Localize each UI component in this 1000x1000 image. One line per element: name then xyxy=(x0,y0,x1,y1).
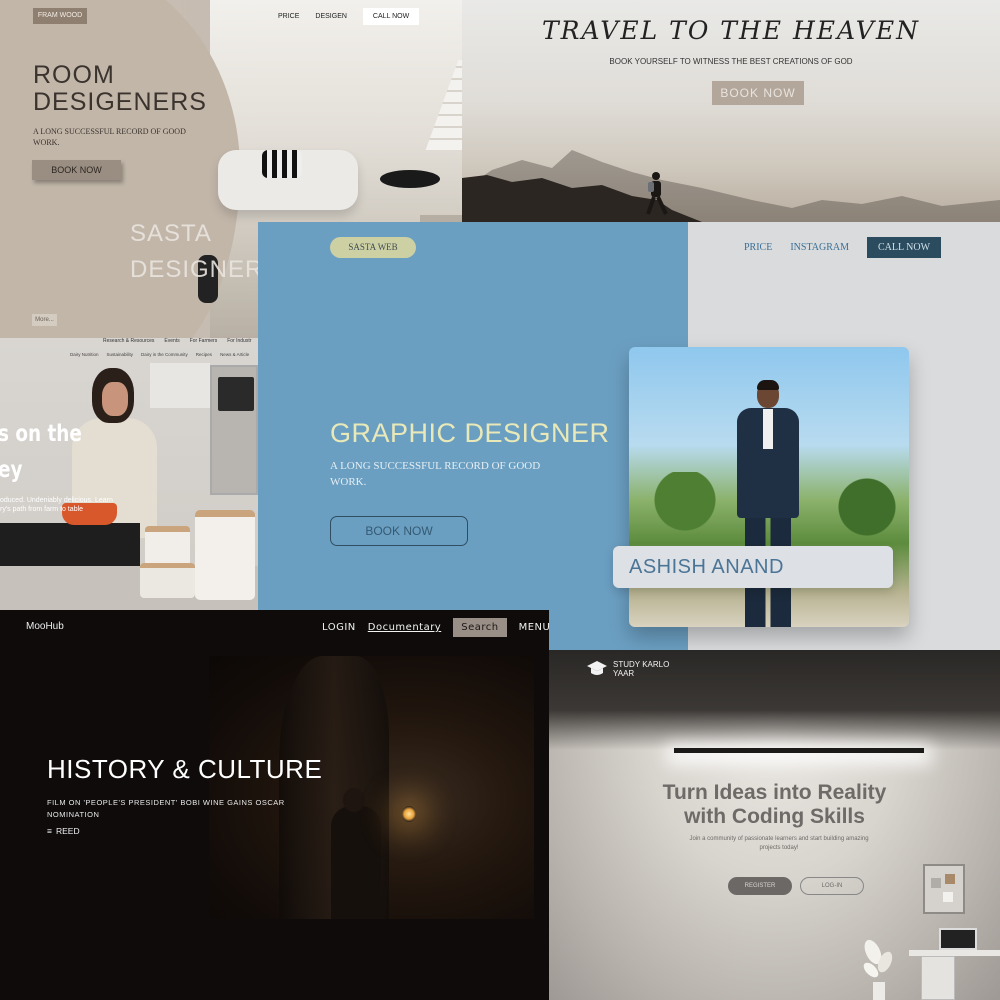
subnav-news[interactable]: News & Article xyxy=(220,352,249,357)
page-title: HISTORY & CULTURE xyxy=(47,754,323,784)
nav-design[interactable]: DESIGEN xyxy=(315,13,347,20)
stove xyxy=(0,523,140,568)
coding-panel: STUDY KARLO YAAR Turn Ideas into Reality… xyxy=(549,650,1000,1000)
subnav-sustainability[interactable]: Sustainability xyxy=(107,352,134,357)
brand-logo[interactable]: SASTA WEB xyxy=(330,237,416,258)
subnav-recipes[interactable]: Recipes xyxy=(196,352,212,357)
subtitle: A LONG SUCCESSFUL RECORD OF GOOD WORK. xyxy=(330,460,541,488)
call-now-button[interactable]: CALL NOW xyxy=(867,237,941,258)
read-link[interactable]: ≡ REED xyxy=(47,826,80,836)
page-title: TRAVEL TO THE HEAVEN xyxy=(542,16,920,45)
page-title: Turn Ideas into Reality with Coding Skil… xyxy=(662,781,887,828)
monitor xyxy=(939,928,977,950)
drawer-unit xyxy=(921,956,955,1000)
subtitle: Join a community of passionate learners … xyxy=(689,836,869,851)
page-title: s on the ey xyxy=(0,421,82,483)
subnav-community[interactable]: Dairy in the Community xyxy=(141,352,188,357)
search-button[interactable]: Search xyxy=(453,618,507,637)
subtitle: Film on 'People's President' Bobi Wine g… xyxy=(47,798,285,819)
nav-industry[interactable]: For Industr xyxy=(227,338,251,344)
nav-price[interactable]: PRICE xyxy=(744,242,772,253)
login-button[interactable]: LOG-IN xyxy=(800,877,864,895)
moohub-panel: MooHub LOGIN Documentary Search MENU HIS… xyxy=(0,610,549,1000)
wall-light xyxy=(674,748,924,753)
description: oduced. Undeniably delicious. Learn ry's… xyxy=(0,497,113,513)
book-now-button[interactable]: BOOK NOW xyxy=(330,516,468,546)
menu-button[interactable]: MENU xyxy=(519,622,549,633)
lantern-glow xyxy=(402,806,416,822)
name-card: ASHISH ANAND xyxy=(613,546,893,588)
subtitle: BOOK YOURSELF TO WITNESS THE BEST CREATI… xyxy=(609,57,853,66)
register-button[interactable]: REGISTER xyxy=(728,877,792,895)
book-now-button[interactable]: BOOK NOW xyxy=(712,81,804,105)
more-button[interactable]: More... xyxy=(32,314,57,326)
plant-icon xyxy=(863,939,893,1000)
moohub-nav: LOGIN Documentary Search MENU xyxy=(322,618,549,637)
call-now-button[interactable]: CALL NOW xyxy=(362,8,420,25)
cave-photo xyxy=(209,656,534,919)
login-link[interactable]: LOGIN xyxy=(322,622,356,633)
nav-instagram[interactable]: INSTAGRAM xyxy=(790,242,849,253)
menu-lines-icon: ≡ xyxy=(47,826,52,836)
person-with-lantern xyxy=(331,788,381,919)
travel-panel: TRAVEL TO THE HEAVEN BOOK YOURSELF TO WI… xyxy=(462,0,1000,222)
page-title: ROOM DESIGENERS xyxy=(33,61,207,116)
person xyxy=(733,380,803,627)
book-now-button[interactable]: BOOK NOW xyxy=(32,160,121,180)
nav-farmers[interactable]: For Farmers xyxy=(190,338,218,344)
room-nav: PRICE DESIGEN CALL NOW xyxy=(278,8,420,25)
nav-research[interactable]: Research & Resources xyxy=(103,338,154,344)
subtitle: A LONG SUCCESSFUL RECORD OF GOOD WORK. xyxy=(33,127,186,147)
documentary-link[interactable]: Documentary xyxy=(368,622,441,633)
graphic-designer-panel: SASTA WEB PRICE INSTAGRAM CALL NOW GRAPH… xyxy=(258,222,1000,650)
kitchen-top-nav: Research & Resources Events For Farmers … xyxy=(103,338,251,344)
brand-badge[interactable]: FRAM WOOD xyxy=(33,8,87,24)
nav-events[interactable]: Events xyxy=(164,338,179,344)
graduation-cap-icon xyxy=(587,661,607,675)
nav-price[interactable]: PRICE xyxy=(278,13,299,20)
kitchen-sub-nav: Dairy Nutrition Sustainability Dairy in … xyxy=(70,352,249,357)
oven xyxy=(210,365,258,495)
page-title: GRAPHIC DESIGNER xyxy=(330,418,610,448)
dairy-kitchen-panel: Research & Resources Events For Farmers … xyxy=(0,338,258,610)
site-logo[interactable]: STUDY KARLO YAAR xyxy=(587,660,669,678)
notice-board xyxy=(923,864,965,914)
site-logo[interactable]: MooHub xyxy=(26,621,64,632)
graphic-nav: PRICE INSTAGRAM CALL NOW xyxy=(744,237,941,258)
subnav-nutrition[interactable]: Dairy Nutrition xyxy=(70,352,99,357)
